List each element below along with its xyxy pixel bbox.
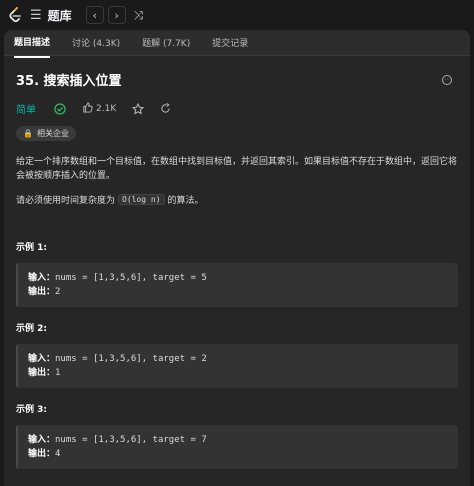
related-companies-tag[interactable]: 🔒 相关企业 [16,126,76,141]
example-1-title: 示例 1: [16,243,47,253]
more-options-icon[interactable]: ⋯ [442,74,452,85]
output-label: 输出： [28,287,56,297]
related-companies-label: 相关企业 [36,129,69,138]
input-label: 输入： [28,354,56,364]
tab-solutions[interactable]: 题解 (7.7K) [142,30,190,57]
tab-bar: 题目描述 讨论 (4.3K) 题解 (7.7K) 提交记录 [4,30,470,58]
tab-submissions[interactable]: 提交记录 [212,30,248,57]
problem-description: 给定一个排序数组和一个目标值，在数组中找到目标值，并返回其索引。如果目标值不存在… [16,157,458,181]
example-input: nums = [1,3,5,6], target = 7 [55,435,207,445]
list-icon[interactable]: ☰ [30,8,42,23]
example-3-title: 示例 3: [16,405,47,415]
tab-discussion[interactable]: 讨论 (4.3K) [72,30,120,57]
input-label: 输入： [28,435,56,445]
example-2-box: 输入：nums = [1,3,5,6], target = 2 输出：1 [16,344,458,388]
problem-title: 35. 搜索插入位置 [16,74,122,89]
input-label: 输入： [28,273,56,283]
example-3-box: 输入：nums = [1,3,5,6], target = 7 输出：4 [16,425,458,469]
difficulty-badge: 简单 [16,105,36,116]
lock-icon: 🔒 [23,129,33,138]
prev-problem-button[interactable]: ‹ [85,6,104,24]
tab-description[interactable]: 题目描述 [14,30,51,58]
complexity-suffix: 的算法。 [167,196,204,206]
example-output: 1 [55,368,61,378]
example-input: nums = [1,3,5,6], target = 5 [55,273,207,283]
like-button[interactable]: 2.1K [82,101,117,116]
example-2-title: 示例 2: [16,324,47,334]
share-icon[interactable] [160,103,171,114]
complexity-requirement: 请必须使用时间复杂度为 O(log n) 的算法。 [16,193,458,206]
like-count: 2.1K [96,103,117,114]
leetcode-logo-icon[interactable] [8,7,22,23]
complexity-code: O(log n) [118,194,165,205]
example-input: nums = [1,3,5,6], target = 2 [55,354,207,364]
problem-list-title[interactable]: 题库 [48,7,72,24]
next-problem-button[interactable]: › [107,6,126,24]
output-label: 输出： [28,449,56,459]
output-label: 输出： [28,368,56,378]
complexity-prefix: 请必须使用时间复杂度为 [16,196,116,206]
shuffle-icon[interactable]: ⤨ [134,8,144,23]
star-icon[interactable] [132,102,145,115]
top-bar: ☰ 题库 ‹ › ⤨ [0,0,474,30]
problem-header: 35. 搜索插入位置 ⋯ [16,70,458,89]
problem-meta: 简单 2.1K [16,101,458,116]
solved-check-icon [54,102,66,115]
thumbs-up-icon [82,101,93,116]
example-output: 2 [55,287,61,297]
example-output: 4 [55,449,61,459]
example-1-box: 输入：nums = [1,3,5,6], target = 5 输出：2 [16,263,458,307]
problem-content: 35. 搜索插入位置 ⋯ 简单 2.1K 🔒 相关企业 给定一个排序数组和一个目… [4,56,470,479]
problem-panel: 题目描述 讨论 (4.3K) 题解 (7.7K) 提交记录 35. 搜索插入位置… [4,30,470,486]
